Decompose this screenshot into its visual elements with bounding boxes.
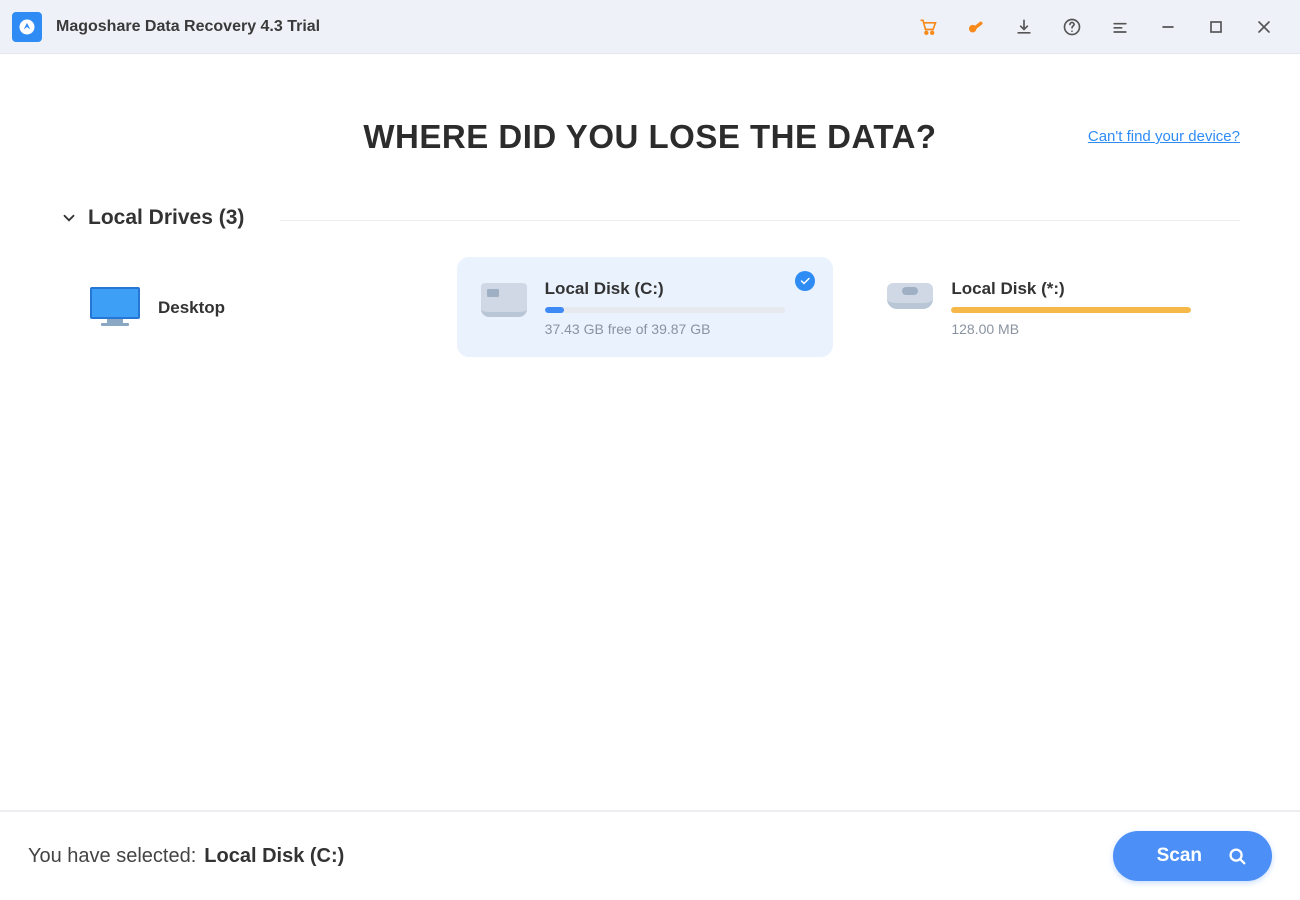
footer: You have selected: Local Disk (C:) Scan <box>0 810 1300 900</box>
search-icon <box>1226 845 1248 867</box>
key-icon[interactable] <box>952 0 1000 54</box>
drive-card-local-disk-c[interactable]: Local Disk (C:) 37.43 GB free of 39.87 G… <box>457 257 834 357</box>
drive-name: Local Disk (*:) <box>951 279 1216 299</box>
selection-label: You have selected: <box>28 845 196 868</box>
drives-row: Desktop Local Disk (C:) 37.43 GB free of… <box>60 257 1240 357</box>
chevron-down-icon <box>60 209 78 227</box>
drive-name: Local Disk (C:) <box>545 279 810 299</box>
drive-card-desktop[interactable]: Desktop <box>66 257 443 357</box>
drive-card-local-disk-star[interactable]: Local Disk (*:) 128.00 MB <box>863 257 1240 357</box>
selection-value: Local Disk (C:) <box>204 845 344 868</box>
titlebar: Magoshare Data Recovery 4.3 Trial <box>0 0 1300 54</box>
section-title: Local Drives (3) <box>88 206 244 230</box>
menu-icon[interactable] <box>1096 0 1144 54</box>
app-title: Magoshare Data Recovery 4.3 Trial <box>56 18 320 36</box>
local-drives-section-header[interactable]: Local Drives (3) <box>60 206 1240 230</box>
main-content: WHERE DID YOU LOSE THE DATA? Can't find … <box>0 54 1300 810</box>
desktop-icon <box>90 287 140 327</box>
help-icon[interactable] <box>1048 0 1096 54</box>
drive-subtext: 128.00 MB <box>951 321 1216 337</box>
disk-usage-bar <box>545 307 785 313</box>
minimize-icon[interactable] <box>1144 0 1192 54</box>
cant-find-device-link[interactable]: Can't find your device? <box>1088 128 1240 145</box>
cart-icon[interactable] <box>904 0 952 54</box>
scan-button-label: Scan <box>1157 845 1202 867</box>
scan-button[interactable]: Scan <box>1113 831 1272 881</box>
hdd-icon <box>481 283 527 317</box>
drive-subtext: 37.43 GB free of 39.87 GB <box>545 321 810 337</box>
close-icon[interactable] <box>1240 0 1288 54</box>
selected-check-icon <box>795 271 815 291</box>
page-heading: WHERE DID YOU LOSE THE DATA? <box>363 118 936 156</box>
section-divider <box>280 220 1240 221</box>
download-icon[interactable] <box>1000 0 1048 54</box>
app-logo-icon <box>12 12 42 42</box>
external-drive-icon <box>887 283 933 309</box>
maximize-icon[interactable] <box>1192 0 1240 54</box>
drive-name: Desktop <box>158 298 419 318</box>
disk-usage-bar <box>951 307 1191 313</box>
